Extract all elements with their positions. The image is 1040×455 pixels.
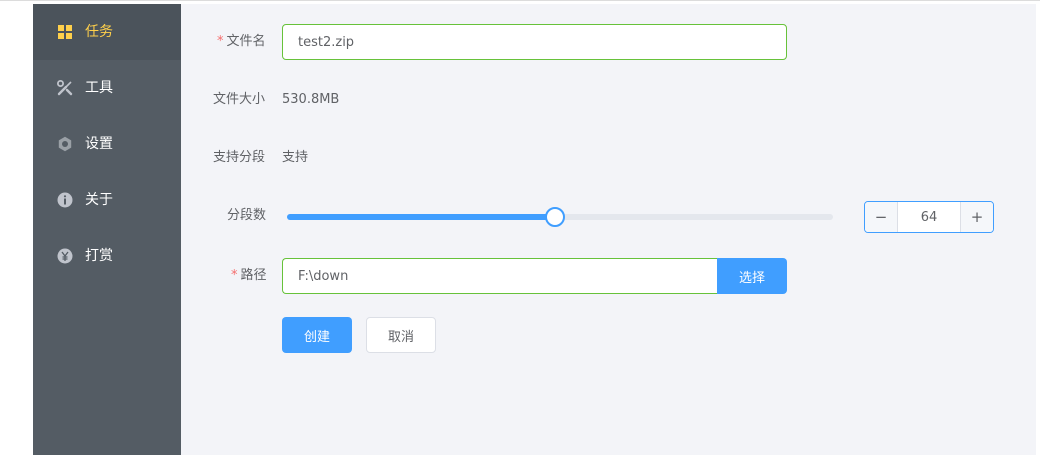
sidebar-item-label: 打赏 bbox=[85, 248, 113, 264]
segments-label: 分段数 bbox=[227, 208, 267, 223]
segment-support-value: 支持 bbox=[282, 150, 309, 165]
sidebar-item-tools[interactable]: 工具 bbox=[33, 60, 181, 116]
filesize-label: 文件大小 bbox=[213, 92, 266, 107]
grid-icon bbox=[58, 25, 72, 39]
sidebar-item-tasks[interactable]: 任务 bbox=[33, 4, 181, 60]
path-label: * 路径 bbox=[231, 267, 267, 285]
cancel-button[interactable]: 取消 bbox=[366, 317, 436, 353]
sidebar-item-donate[interactable]: 打赏 bbox=[33, 228, 181, 284]
sidebar-item-about[interactable]: 关于 bbox=[33, 172, 181, 228]
app-window: 任务 工具 设置 关于 打赏 * 文件名 test2.zip 文件大小 530.… bbox=[0, 0, 1040, 455]
task-form: * 文件名 test2.zip 文件大小 530.8MB 支持分段 支持 分段数 … bbox=[181, 4, 1036, 455]
path-label-text: 路径 bbox=[240, 268, 267, 283]
create-button[interactable]: 创建 bbox=[282, 317, 352, 353]
required-mark: * bbox=[231, 268, 238, 283]
gear-icon bbox=[58, 136, 72, 152]
filesize-value: 530.8MB bbox=[282, 92, 340, 107]
sidebar-item-label: 工具 bbox=[85, 80, 113, 96]
required-mark: * bbox=[217, 34, 224, 49]
sidebar-item-label: 任务 bbox=[85, 24, 113, 40]
slider-fill bbox=[287, 214, 555, 220]
yuan-icon bbox=[57, 248, 73, 264]
sidebar: 任务 工具 设置 关于 打赏 bbox=[33, 4, 181, 455]
filename-input[interactable]: test2.zip bbox=[282, 24, 787, 60]
sidebar-item-label: 关于 bbox=[85, 192, 113, 208]
slider-thumb[interactable] bbox=[544, 207, 565, 227]
segments-slider[interactable] bbox=[287, 207, 833, 227]
decrement-button[interactable]: − bbox=[865, 202, 898, 232]
filename-label: * 文件名 bbox=[217, 33, 266, 51]
segment-support-label: 支持分段 bbox=[213, 150, 266, 165]
sidebar-item-label: 设置 bbox=[85, 136, 113, 152]
select-path-button[interactable]: 选择 bbox=[717, 258, 787, 294]
info-icon bbox=[57, 192, 73, 208]
sidebar-item-settings[interactable]: 设置 bbox=[33, 116, 181, 172]
increment-button[interactable]: + bbox=[960, 202, 993, 232]
segments-stepper: − 64 + bbox=[864, 201, 994, 233]
tools-icon bbox=[57, 80, 73, 96]
segments-value-input[interactable]: 64 bbox=[898, 202, 960, 232]
filename-label-text: 文件名 bbox=[226, 34, 266, 49]
path-input[interactable]: F:\down bbox=[282, 258, 718, 294]
